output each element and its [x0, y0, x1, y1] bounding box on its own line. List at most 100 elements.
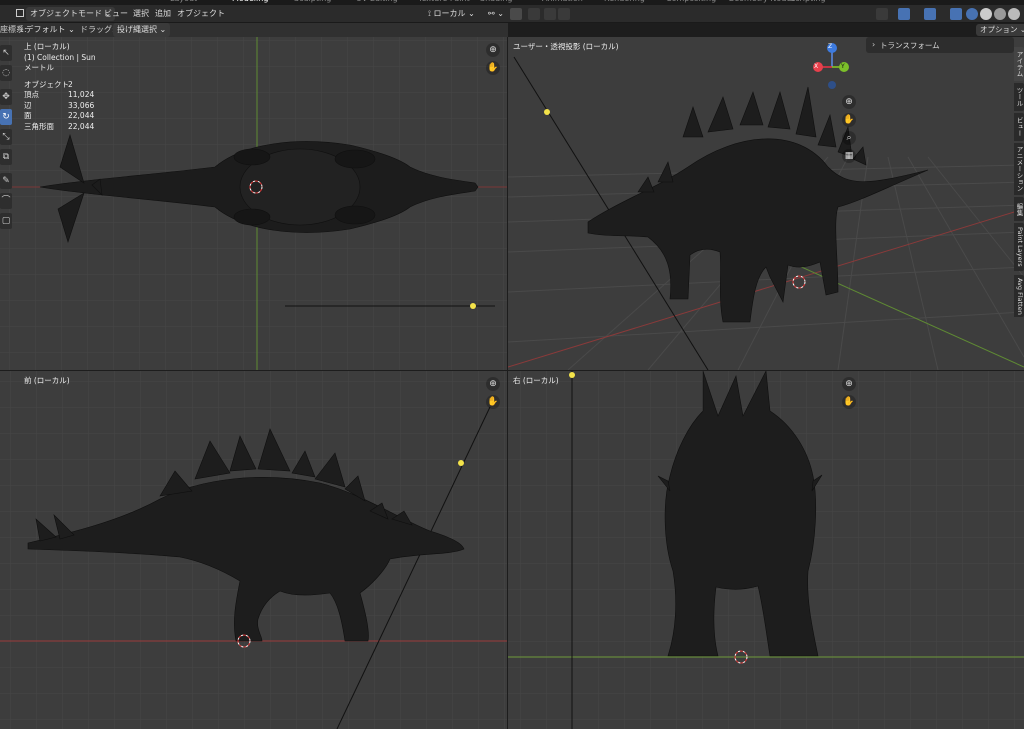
- xray-toggle-icon[interactable]: [950, 8, 962, 20]
- coord-dropdown[interactable]: ⟟ デフォルト ⌄: [20, 23, 75, 37]
- menu-view[interactable]: ビュー: [104, 7, 128, 21]
- tool-settings-header: 座標系: ⟟ デフォルト ⌄ ドラッグ: 投げ縄選択 ⌄: [0, 23, 508, 37]
- tab-tool[interactable]: ツール: [1014, 83, 1024, 111]
- stat-label: オブジェクト: [24, 79, 69, 89]
- workspace-tab[interactable]: Geometry Nodes: [728, 0, 795, 3]
- tab-paint-layers[interactable]: Paint Layers: [1014, 223, 1024, 271]
- proportional-edit-icon[interactable]: [544, 8, 556, 20]
- pan-hand-icon[interactable]: ✋: [842, 395, 856, 409]
- workspace-tab[interactable]: Rendering: [604, 0, 645, 3]
- workspace-tab[interactable]: Layout: [170, 0, 197, 3]
- viewport-info: 上 (ローカル) (1) Collection | Sun メートル オブジェク…: [24, 42, 96, 132]
- wireframe-shading-icon[interactable]: [966, 8, 978, 20]
- workspace-tab[interactable]: Shading: [480, 0, 513, 3]
- grid-overlay: [508, 43, 1024, 370]
- orientation-icon: ⟟: [428, 9, 431, 18]
- viewport-header: オブジェクトモード ⌄ ビュー 選択 追加 オブジェクト ⟟ ローカル ⌄ ⚯ …: [0, 5, 1024, 23]
- stat-value: 22,044: [68, 111, 95, 120]
- chevron-right-icon: ›: [872, 40, 876, 49]
- stat-label: 頂点: [24, 90, 39, 99]
- pan-hand-icon[interactable]: ✋: [486, 395, 500, 409]
- menu-object[interactable]: オブジェクト: [177, 7, 225, 21]
- view-title: 前 (ローカル): [24, 376, 70, 385]
- annotate-tool-icon[interactable]: ✎: [0, 173, 12, 189]
- overlay-toggle-icon[interactable]: [924, 8, 936, 20]
- stat-label: 面: [24, 111, 32, 120]
- chevron-down-icon: ⌄: [468, 9, 475, 18]
- tab-view[interactable]: ビュー: [1014, 113, 1024, 141]
- stat-value: 2: [68, 79, 73, 89]
- tab-animation[interactable]: アニメーション: [1014, 143, 1024, 195]
- zoom-icon[interactable]: ⊕: [486, 377, 500, 391]
- grid-overlay: [0, 371, 507, 729]
- object-mode-icon: [16, 9, 24, 17]
- drag-label: ドラッグ:: [80, 25, 115, 34]
- workspace-tab[interactable]: Modeling: [232, 0, 268, 3]
- gizmo-toggle-icon[interactable]: [898, 8, 910, 20]
- material-shading-icon[interactable]: [994, 8, 1006, 20]
- select-tool-icon[interactable]: ↖: [0, 45, 12, 61]
- zoom-icon[interactable]: ⊕: [486, 43, 500, 57]
- transform-panel-header[interactable]: › トランスフォーム: [866, 37, 1014, 53]
- add-cube-tool-icon[interactable]: ▢: [0, 213, 12, 229]
- editor-type-button[interactable]: [2, 7, 27, 21]
- stegosaurus-perspective-mesh: [587, 86, 929, 323]
- options-dropdown[interactable]: オプション ⌄: [976, 24, 1024, 36]
- zoom-icon[interactable]: ⊕: [842, 377, 856, 391]
- move-tool-icon[interactable]: ✥: [0, 89, 12, 105]
- tab-item[interactable]: アイテム: [1014, 47, 1024, 81]
- menu-select[interactable]: 選択: [133, 7, 149, 21]
- transform-orientation-dropdown[interactable]: ⟟ ローカル ⌄: [428, 7, 475, 21]
- mode-dropdown[interactable]: オブジェクトモード ⌄: [26, 7, 116, 21]
- workspace-tab[interactable]: Sculpting: [294, 0, 331, 3]
- pan-hand-icon[interactable]: ✋: [842, 113, 856, 127]
- sidebar-tabs: アイテム ツール ビュー アニメーション 編集 Paint Layers Avg…: [1014, 37, 1024, 337]
- perspective-toggle-icon[interactable]: ▦: [842, 149, 856, 163]
- viewport-top[interactable]: 上 (ローカル) (1) Collection | Sun メートル オブジェク…: [0, 37, 507, 370]
- orientation-icon: ⟟: [20, 25, 23, 34]
- falloff-icon[interactable]: [558, 8, 570, 20]
- workspace-tab[interactable]: Texture Paint: [418, 0, 470, 3]
- zoom-icon[interactable]: ⊕: [842, 95, 856, 109]
- panel-title: トランスフォーム: [880, 41, 940, 50]
- menu-add[interactable]: 追加: [155, 7, 171, 21]
- transform-tool-icon[interactable]: ⧉: [0, 149, 12, 165]
- viewport-perspective[interactable]: ユーザー・透視投影 (ローカル) Z X Y ⊕ ✋ ⌕ ▦: [508, 37, 1024, 370]
- tab-avg-flatten[interactable]: Avg Flatten: [1014, 275, 1024, 317]
- workspace-tab[interactable]: UV Editing: [356, 0, 398, 3]
- snap-target-icon[interactable]: [528, 8, 540, 20]
- grid-overlay: [508, 371, 1024, 729]
- solid-shading-icon[interactable]: [980, 8, 992, 20]
- scene-statistics: オブジェクト2 頂点 11,024 辺 33,066 面 22,044 三角形面 22,044: [24, 80, 96, 133]
- stat-value: 11,024: [68, 90, 95, 99]
- gizmo-z-label: Z: [828, 43, 833, 50]
- pan-hand-icon[interactable]: ✋: [486, 61, 500, 75]
- workspace-tab[interactable]: Compositing: [666, 0, 716, 3]
- drag-dropdown[interactable]: 投げ縄選択 ⌄: [113, 23, 171, 37]
- sun-lamp-handle: [569, 372, 575, 378]
- link-icon: ⚯: [488, 9, 495, 18]
- rendered-shading-icon[interactable]: [1008, 8, 1020, 20]
- stat-row: 辺 33,066: [24, 101, 96, 112]
- pivot-dropdown[interactable]: ⚯ ⌄: [488, 7, 504, 21]
- stat-row: オブジェクト2: [24, 80, 96, 91]
- stat-row: 頂点 11,024: [24, 90, 96, 101]
- stat-value: 22,044: [68, 121, 95, 131]
- tab-edit[interactable]: 編集: [1014, 197, 1024, 221]
- snap-icon[interactable]: [510, 8, 522, 20]
- viewport-right[interactable]: 右 (ローカル) ⊕ ✋: [508, 371, 1024, 729]
- measure-tool-icon[interactable]: ⌒: [0, 193, 12, 209]
- workspace-tab[interactable]: Animation: [542, 0, 583, 3]
- camera-view-icon[interactable]: ⌕: [842, 131, 856, 145]
- scale-tool-icon[interactable]: ⤡: [0, 129, 12, 145]
- rotate-tool-icon[interactable]: ↻: [0, 109, 12, 125]
- stat-row: 面 22,044: [24, 111, 96, 122]
- viewport-front[interactable]: 前 (ローカル) ⊕ ✋: [0, 371, 507, 729]
- visibility-icon[interactable]: [876, 8, 888, 20]
- gizmo-x-label: X: [814, 63, 819, 70]
- workspace-tab[interactable]: Scripting: [790, 0, 826, 3]
- cursor-tool-icon[interactable]: ◌: [0, 65, 12, 81]
- sun-lamp-handle: [544, 109, 550, 115]
- gizmo-y-label: Y: [841, 63, 845, 70]
- collection-label: (1) Collection | Sun: [24, 52, 96, 62]
